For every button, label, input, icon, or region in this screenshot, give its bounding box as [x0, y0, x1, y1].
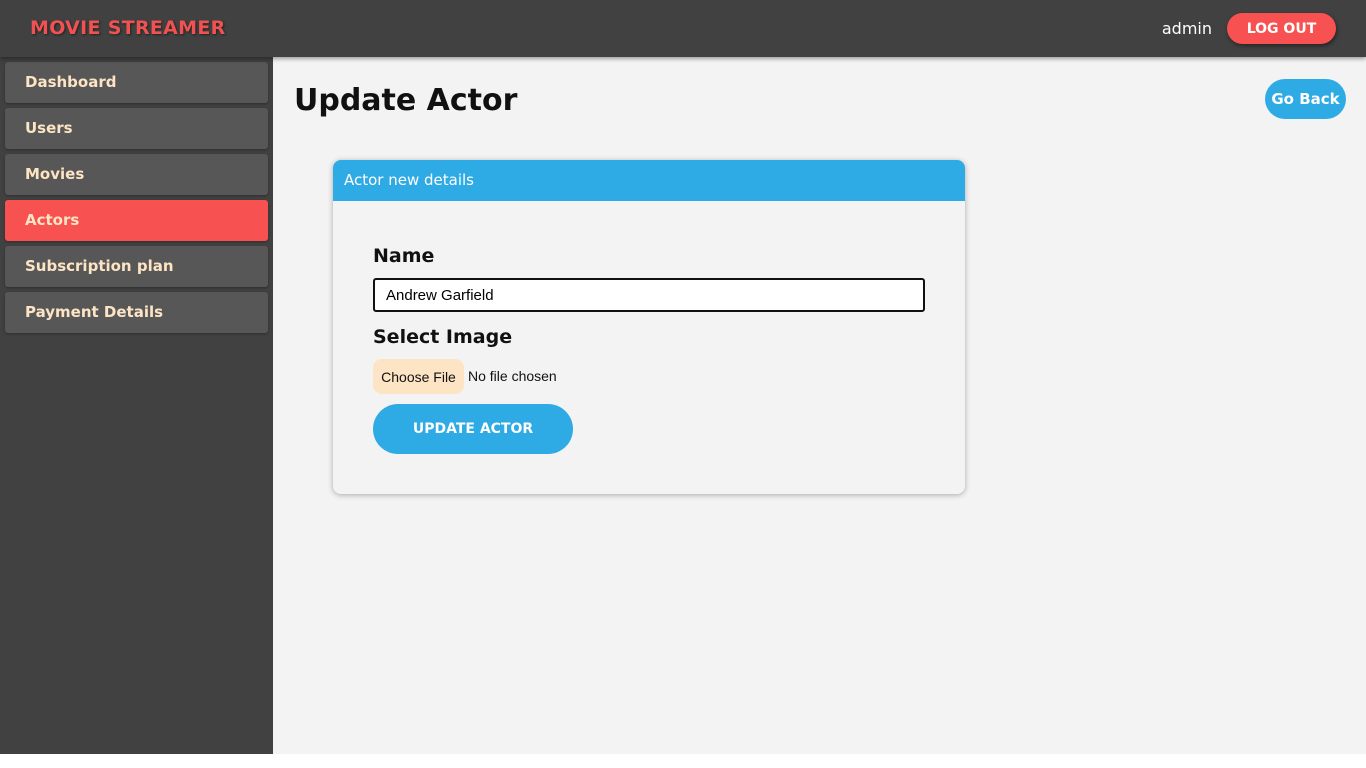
- sidebar-item-dashboard[interactable]: Dashboard: [5, 62, 268, 103]
- name-input[interactable]: [373, 278, 925, 312]
- sidebar-item-payment-details[interactable]: Payment Details: [5, 292, 268, 333]
- sidebar-item-users[interactable]: Users: [5, 108, 268, 149]
- choose-file-button[interactable]: Choose File: [373, 359, 464, 394]
- name-label: Name: [373, 245, 435, 267]
- page-bottom-strip: [0, 754, 1366, 768]
- select-image-label: Select Image: [373, 326, 513, 348]
- top-navbar: MOVIE STREAMER admin LOG OUT: [0, 0, 1366, 57]
- go-back-button[interactable]: Go Back: [1265, 79, 1346, 119]
- main-content: Update Actor Go Back Actor new details N…: [273, 57, 1366, 754]
- sidebar-item-movies[interactable]: Movies: [5, 154, 268, 195]
- sidebar-item-subscription-plan[interactable]: Subscription plan: [5, 246, 268, 287]
- logout-button[interactable]: LOG OUT: [1227, 13, 1336, 44]
- brand-logo[interactable]: MOVIE STREAMER: [30, 17, 226, 39]
- actor-form-card: Actor new details Name Select Image Choo…: [333, 160, 965, 494]
- file-status-text: No file chosen: [468, 368, 557, 384]
- username-label: admin: [1161, 19, 1212, 38]
- card-header: Actor new details: [333, 160, 965, 201]
- sidebar-item-actors[interactable]: Actors: [5, 200, 268, 241]
- sidebar: Dashboard Users Movies Actors Subscripti…: [0, 57, 273, 754]
- update-actor-button[interactable]: UPDATE ACTOR: [373, 404, 573, 454]
- page-title: Update Actor: [294, 83, 518, 118]
